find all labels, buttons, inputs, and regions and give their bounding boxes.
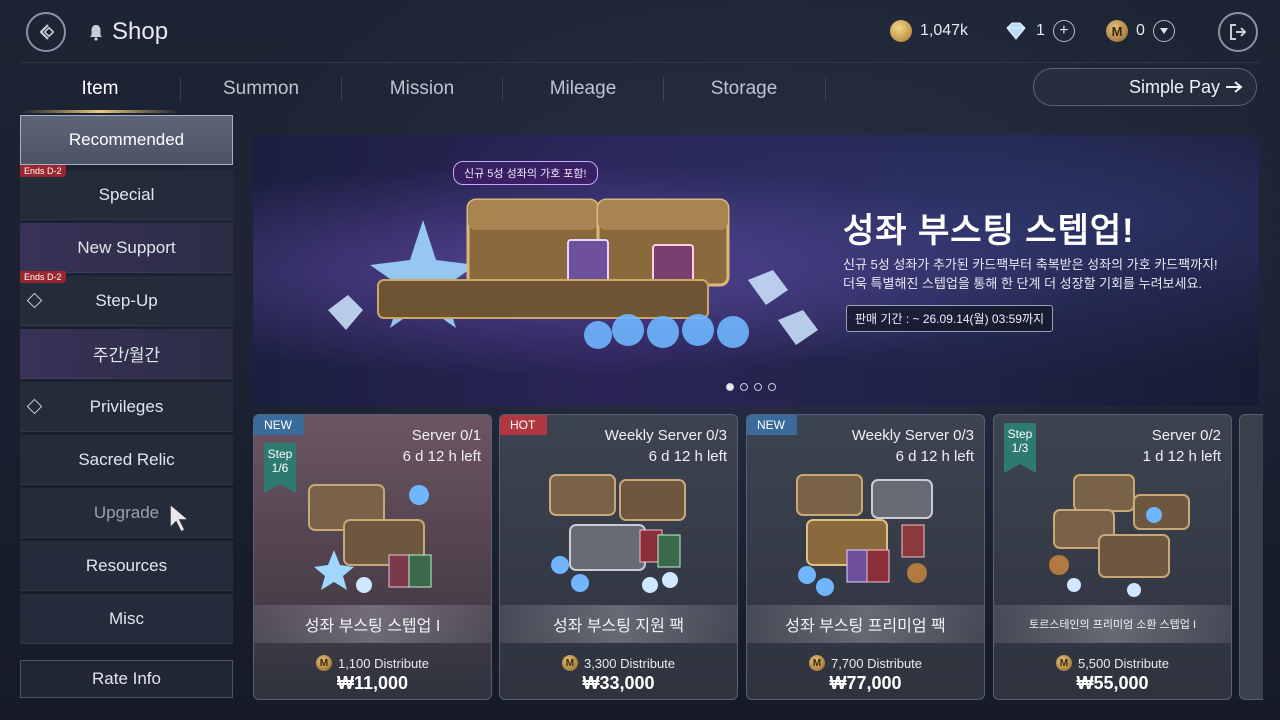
sidebar-item-label: Recommended (68, 130, 185, 149)
tab-mission[interactable]: Mission (342, 63, 502, 115)
page-dot[interactable] (754, 383, 762, 391)
m-coin-icon: M (1106, 20, 1128, 42)
tab-storage[interactable]: Storage (664, 63, 824, 115)
sidebar-item-resources[interactable]: Resources (20, 541, 233, 591)
sidebar-item-label: Sacred Relic (78, 449, 175, 469)
active-tab-indicator (20, 110, 180, 113)
page-header: Shop (88, 18, 168, 46)
tab-mileage[interactable]: Mileage (503, 63, 663, 115)
step-badge: Step 1/6 (264, 443, 296, 493)
sidebar-item-step-up[interactable]: Ends D-2 Step-Up (20, 271, 233, 326)
back-arrow-icon (39, 24, 55, 40)
product-card[interactable]: Server 0/2 1 d 12 h left Step 1/3 토르스테인의 프… (993, 414, 1232, 700)
product-chest-art (796, 474, 933, 596)
gold-amount: 1,047k (920, 22, 969, 39)
product-name: 성좌 부스팅 지원 팩 (500, 605, 737, 643)
add-crystal-button[interactable]: + (1052, 20, 1075, 42)
sidebar-item-label: New Support (77, 237, 176, 257)
product-card[interactable]: NEW Weekly Server 0/3 6 d 12 h left 성좌 부스… (746, 414, 985, 700)
product-name: 성좌 부스팅 프리미엄 팩 (747, 605, 984, 643)
new-badge: NEW (747, 415, 797, 435)
m-coin-icon: M (1055, 655, 1072, 671)
sidebar-item-label: Special (98, 184, 155, 204)
distribute-amount: M 5,500 Distribute (994, 655, 1231, 671)
page-dot[interactable] (768, 383, 776, 391)
tab-item[interactable]: Item (20, 63, 180, 115)
ends-badge: Ends D-2 (20, 271, 66, 283)
exit-button[interactable] (1218, 12, 1258, 52)
m-coin-dropdown-button[interactable] (1152, 20, 1175, 42)
sale-period: 판매 기간 : ~ 26.09.14(월) 03:59까지 (846, 305, 1054, 332)
sidebar-item-misc[interactable]: Misc (20, 594, 233, 644)
product-price: ₩33,000 (582, 673, 655, 693)
sidebar-item-privileges[interactable]: Privileges (20, 382, 233, 432)
page-dot[interactable] (740, 383, 748, 391)
exit-icon (1230, 24, 1247, 40)
product-chest-art (308, 484, 432, 593)
m-coin-icon: M (315, 655, 332, 671)
sidebar-item-new-support[interactable]: New Support (20, 223, 233, 273)
simple-pay-label: Simple Pay (1128, 76, 1220, 97)
rate-info-button[interactable]: Rate Info (20, 660, 233, 698)
distribute-amount: M 3,300 Distribute (500, 655, 737, 671)
product-name: 토르스테인의 프리미엄 소환 스텝업 I (994, 605, 1231, 643)
sidebar-item-label: Upgrade (93, 502, 160, 522)
currency-gold: 1,047k (890, 20, 968, 42)
distribute-amount: M 1,100 Distribute (254, 655, 491, 671)
sidebar-item-special[interactable]: Ends D-2 Special (20, 165, 233, 220)
banner-description: 신규 5성 성좌가 추가된 카드팩부터 축복받은 성좌의 가호 카드팩까지! 더… (843, 257, 1218, 291)
bell-icon (90, 25, 102, 41)
page-dot[interactable] (726, 383, 734, 391)
sidebar-item-label: Privileges (89, 396, 164, 416)
m-coin-icon: M (561, 655, 578, 671)
sidebar-item-label: Step-Up (95, 290, 158, 310)
m-coin-icon: M (808, 655, 825, 671)
sidebar-item-label: Resources (85, 555, 168, 575)
sidebar-item-label: 주간/월간 (92, 346, 161, 365)
arrow-right-icon (1226, 81, 1243, 93)
page-title: Shop (112, 18, 169, 45)
sidebar-item-upgrade[interactable]: Upgrade (20, 488, 233, 538)
cursor-icon (169, 502, 192, 534)
crystal-amount: 1 (1036, 22, 1045, 39)
sidebar-item-sacred-relic[interactable]: Sacred Relic (20, 435, 233, 485)
product-card[interactable]: HOT Weekly Server 0/3 6 d 12 h left 성좌 부스… (499, 414, 738, 700)
crystal-icon (1006, 22, 1026, 40)
m-coin-amount: 0 (1136, 22, 1145, 39)
banner-pagination (726, 383, 776, 391)
product-card-partial[interactable] (1239, 414, 1263, 700)
promo-banner[interactable]: 신규 5성 성좌의 가호 포함! 성좌 부스팅 스텝업! 신규 5성 성좌가 추… (253, 135, 1259, 406)
sidebar-item-label: Misc (109, 608, 144, 628)
product-chest-art (549, 474, 686, 593)
product-price: ₩77,000 (829, 673, 902, 693)
new-badge: NEW (254, 415, 304, 435)
banner-title: 성좌 부스팅 스텝업! (843, 212, 1135, 250)
currency-crystal: 1 + (1004, 20, 1075, 42)
back-button[interactable] (26, 12, 66, 52)
product-price: ₩11,000 (336, 673, 409, 693)
banner-tag: 신규 5성 성좌의 가호 포함! (453, 161, 598, 185)
treasure-chests-art (328, 198, 818, 349)
hot-badge: HOT (500, 415, 548, 435)
diamond-icon (26, 292, 43, 309)
ends-badge: Ends D-2 (20, 165, 66, 177)
product-price: ₩55,000 (1076, 673, 1149, 693)
currency-m: M 0 (1106, 20, 1175, 42)
product-card[interactable]: NEW Server 0/1 6 d 12 h left Step 1/6 성좌 부… (253, 414, 492, 700)
product-name: 성좌 부스팅 스텝업 I (254, 605, 491, 643)
gold-coin-icon (890, 20, 912, 42)
simple-pay-button[interactable]: Simple Pay (1033, 68, 1257, 106)
chevron-down-icon (1159, 28, 1168, 34)
sidebar-item-weekly-monthly[interactable]: 주간/월간 (20, 329, 233, 379)
distribute-amount: M 7,700 Distribute (747, 655, 984, 671)
sidebar-item-recommended[interactable]: Recommended (20, 115, 233, 165)
product-chest-art (1049, 474, 1190, 597)
step-badge: Step 1/3 (1004, 423, 1036, 473)
diamond-icon (26, 398, 43, 415)
tab-summon[interactable]: Summon (181, 63, 341, 115)
